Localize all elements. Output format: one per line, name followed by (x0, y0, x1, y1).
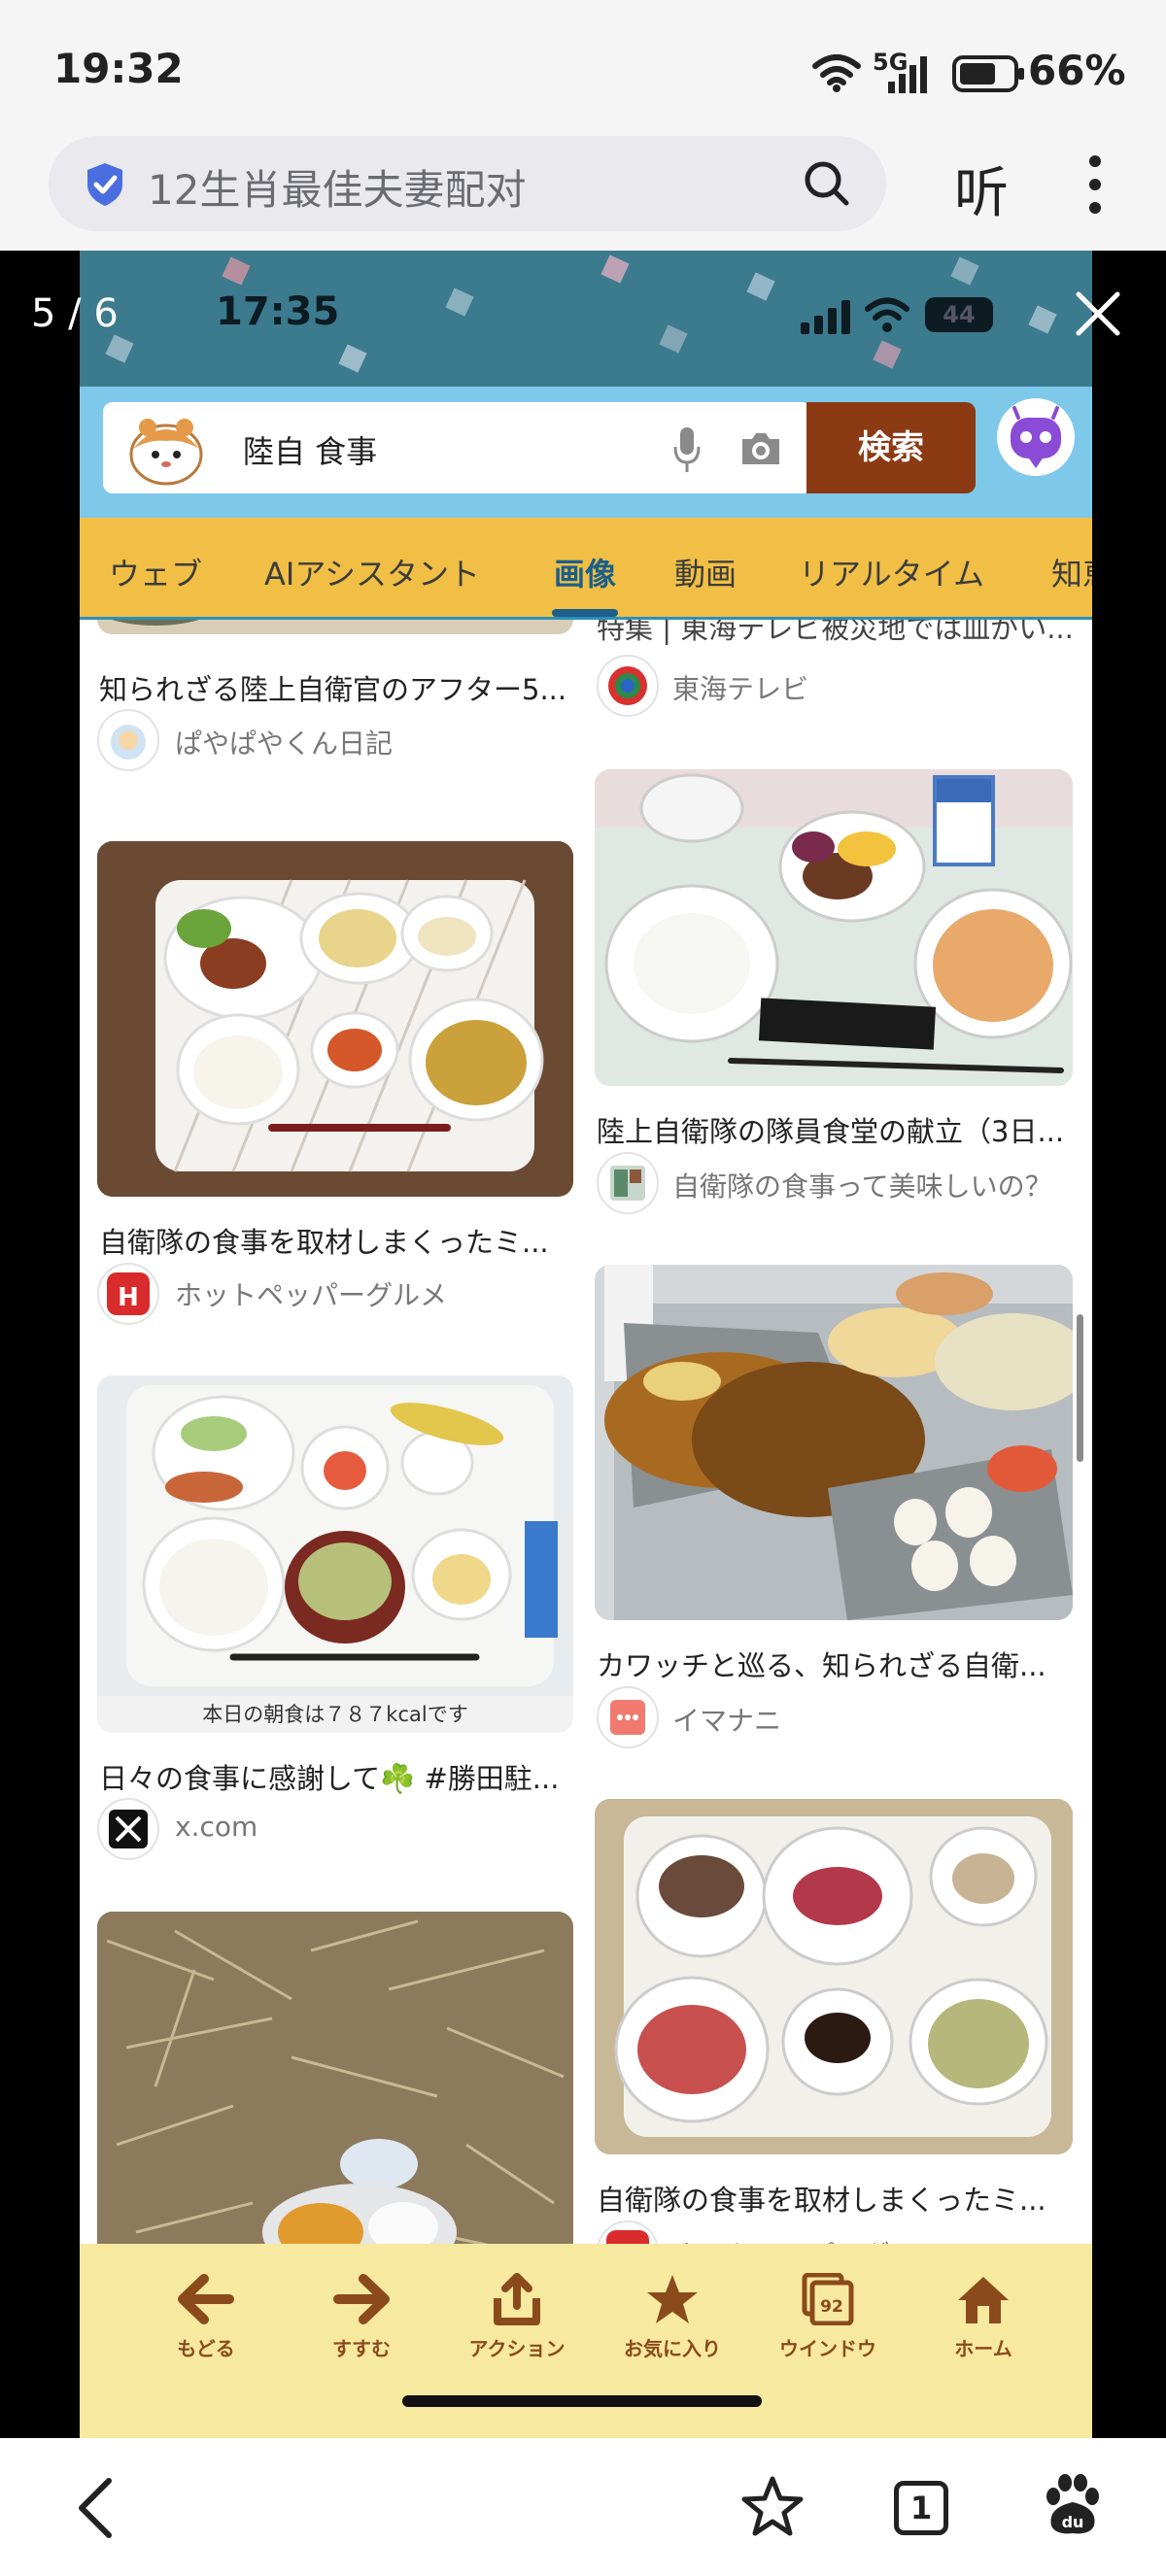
source-favicon (97, 709, 159, 771)
bookmark-star-icon[interactable] (740, 2475, 805, 2537)
home-button[interactable]: ホーム (915, 2273, 1051, 2361)
address-bar[interactable]: 12生肖最佳夫妻配对 (49, 136, 886, 231)
image-caption: 本日の朝食は７８７kcalです (97, 1696, 573, 1733)
window-label: ウインドウ (779, 2337, 876, 2360)
battery-level: 44 (943, 301, 976, 328)
source-favicon (597, 655, 659, 717)
baidu-paw-icon[interactable]: du (1038, 2471, 1106, 2539)
action-label: アクション (468, 2337, 566, 2360)
page-indicator: 5 / 6 (31, 291, 119, 336)
address-query: 12生肖最佳夫妻配对 (148, 166, 527, 214)
more-menu-icon[interactable] (1080, 153, 1110, 216)
search-box[interactable]: 陸自 食事 (103, 402, 812, 493)
svg-text:du: du (1062, 2513, 1084, 2531)
arrow-left-icon (178, 2274, 234, 2324)
svg-text:H: H (118, 1283, 139, 1312)
signal-icon (801, 300, 850, 334)
result-source[interactable]: x.com (175, 1811, 257, 1843)
status-time: 19:32 (53, 45, 184, 92)
favorites-button[interactable]: お気に入り (604, 2273, 740, 2361)
forward-button[interactable]: すすむ (293, 2273, 429, 2361)
inner-status-bar: 17:35 44 (80, 251, 1092, 387)
tab-videos[interactable]: 動画 (674, 550, 737, 594)
result-thumbnail[interactable] (97, 841, 573, 1197)
bottom-navigation: 1 du (0, 2438, 1166, 2576)
result-thumbnail[interactable]: 本日の朝食は７８７kcalです (97, 1375, 573, 1733)
result-title[interactable]: 自衛隊の食事を取材しまくったミ... (99, 1220, 549, 1261)
result-title[interactable]: 特集 | 東海テレビ被災地では皿がい... (597, 620, 1074, 647)
star-icon (647, 2275, 698, 2323)
battery-percent: 66% (1028, 47, 1126, 94)
result-source[interactable]: 東海テレビ (672, 668, 808, 707)
search-icon[interactable] (803, 159, 851, 208)
action-button[interactable]: アクション (449, 2273, 585, 2361)
source-favicon (97, 1798, 159, 1860)
result-thumbnail[interactable] (595, 1799, 1073, 2154)
result-title[interactable]: 自衛隊の食事を取材しまくったミ... (597, 2178, 1046, 2219)
tab-realtime[interactable]: リアルタイム (799, 550, 984, 594)
source-favicon: H (97, 1263, 159, 1325)
result-thumbnail[interactable] (97, 620, 573, 634)
result-title[interactable]: カワッチと巡る、知られざる自衛... (597, 1644, 1046, 1684)
tabs-button[interactable]: 1 (894, 2481, 948, 2535)
home-label: ホーム (954, 2337, 1012, 2360)
embedded-screenshot: 17:35 44 陸自 食事 検索 ウェブ AIアシスタント 画像 動画 リアル… (80, 251, 1092, 2438)
favorites-label: お気に入り (624, 2337, 721, 2360)
shield-icon (87, 163, 122, 206)
image-results: 知られざる陸上自衛官のアフター5... ぱやぱやくん日記 自衛隊の食事を取材しま… (80, 620, 1092, 2312)
back-button[interactable]: もどる (138, 2273, 274, 2361)
camera-icon[interactable] (738, 429, 783, 468)
inner-status-time: 17:35 (216, 289, 340, 334)
arrow-right-icon (333, 2274, 390, 2324)
signal-icon (888, 56, 927, 93)
result-thumbnail[interactable] (595, 1265, 1073, 1620)
scroll-indicator[interactable] (1077, 1314, 1083, 1462)
tab-images[interactable]: 画像 (554, 550, 616, 594)
close-icon[interactable] (1074, 289, 1122, 338)
tab-web[interactable]: ウェブ (109, 550, 202, 594)
tabs-count: 1 (909, 2490, 933, 2526)
forward-label: すすむ (332, 2337, 391, 2360)
wifi-icon (865, 297, 909, 332)
listen-button[interactable]: 听 (954, 150, 1009, 228)
search-tabs: ウェブ AIアシスタント 画像 動画 リアルタイム 知恵 (80, 518, 1092, 620)
result-title[interactable]: 陸上自衛隊の隊員食堂の献立（3日... (597, 1109, 1064, 1150)
result-source[interactable]: イマナニ (672, 1700, 781, 1739)
result-title[interactable]: 日々の食事に感謝して☘️ #勝田駐... (99, 1756, 559, 1797)
back-label: もどる (177, 2337, 235, 2360)
home-icon (958, 2277, 1009, 2323)
browser-toolbar: 12生肖最佳夫妻配对 听 (0, 136, 1166, 251)
share-icon (494, 2273, 540, 2325)
result-source[interactable]: ホットペッパーグルメ (175, 1274, 447, 1313)
back-icon[interactable] (74, 2477, 117, 2539)
window-count: 92 (820, 2297, 843, 2317)
battery-icon (952, 55, 1024, 92)
result-title[interactable]: 知られざる陸上自衛官のアフター5... (99, 667, 566, 708)
result-source[interactable]: 自衛隊の食事って美味しいの？ (672, 1166, 1052, 1204)
tab-ai-assistant[interactable]: AIアシスタント (264, 550, 480, 594)
active-tab-indicator (552, 609, 618, 617)
hamster-logo-icon (129, 419, 203, 486)
ai-assistant-icon[interactable] (997, 398, 1075, 476)
caption-text: 本日の朝食は７８７kcalです (202, 1703, 468, 1726)
window-icon: 92 (802, 2272, 854, 2326)
battery-icon: 44 (925, 297, 993, 332)
wifi-icon (812, 54, 861, 92)
window-button[interactable]: 92 ウインドウ (760, 2272, 896, 2361)
microphone-icon[interactable] (672, 425, 702, 474)
inner-bottom-toolbar: もどる すすむ アクション お気に入り 92 ウインドウ ホーム (80, 2244, 1092, 2438)
result-thumbnail[interactable] (595, 769, 1073, 1086)
search-header: 陸自 食事 検索 (80, 387, 1092, 518)
result-source[interactable]: ぱやぱやくん日記 (175, 723, 393, 762)
search-button[interactable]: 検索 (806, 402, 976, 493)
tab-chiebukuro[interactable]: 知恵 (1051, 550, 1092, 594)
status-bar: 19:32 5G 66% (0, 0, 1166, 136)
source-favicon (597, 1686, 659, 1748)
search-query: 陸自 食事 (243, 433, 378, 470)
source-favicon (597, 1152, 659, 1214)
home-indicator[interactable] (402, 2395, 762, 2407)
